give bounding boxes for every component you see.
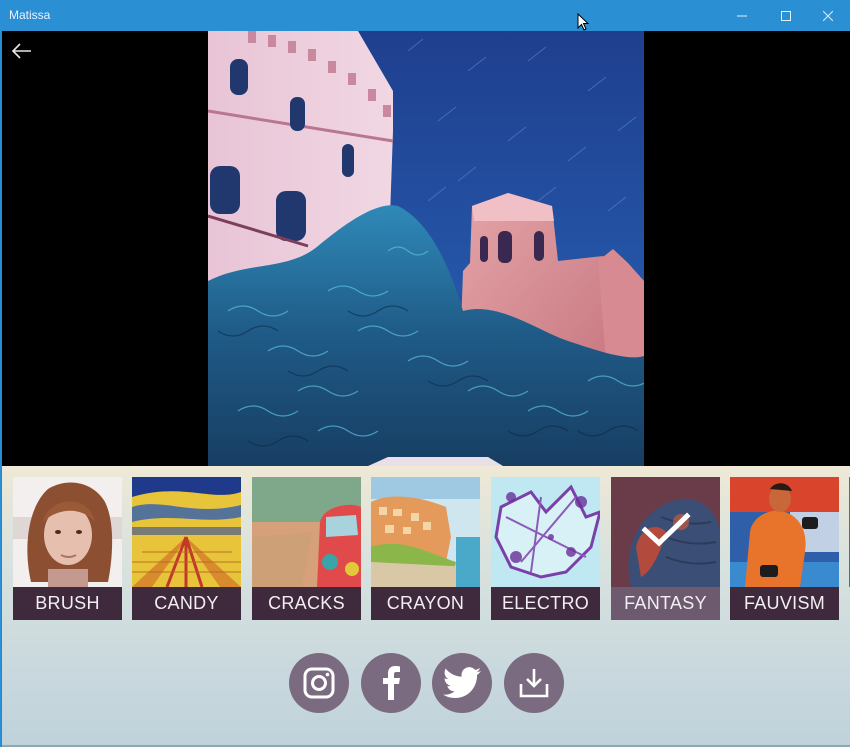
download-icon xyxy=(519,669,549,698)
electro-thumbnail xyxy=(491,477,600,587)
facebook-share-button[interactable] xyxy=(361,653,421,713)
style-tile-fantasy[interactable]: FANTASY xyxy=(611,477,720,620)
minimize-icon xyxy=(737,15,747,16)
instagram-icon xyxy=(303,667,335,699)
stylized-photo xyxy=(208,31,644,466)
style-tile-fauvism[interactable]: FAUVISM xyxy=(730,477,839,620)
instagram-share-button[interactable] xyxy=(289,653,349,713)
mouse-cursor-icon xyxy=(577,13,589,31)
twitter-share-button[interactable] xyxy=(432,653,492,713)
style-tile-brush[interactable]: BRUSH xyxy=(13,477,122,620)
maximize-button[interactable] xyxy=(763,0,809,31)
style-tile-cracks[interactable]: CRACKS xyxy=(252,477,361,620)
painting-image xyxy=(208,31,644,466)
window-title: Matissa xyxy=(9,8,51,22)
download-button[interactable] xyxy=(504,653,564,713)
style-label: CANDY xyxy=(132,587,241,620)
cracks-thumbnail xyxy=(252,477,361,587)
style-label: CRAYON xyxy=(371,587,480,620)
bottom-panel: BRUSH CANDY CRACKS CRAYON ELECTRO FANTAS… xyxy=(2,466,850,747)
style-label: BRUSH xyxy=(13,587,122,620)
brush-thumbnail xyxy=(13,477,122,587)
style-tile-crayon[interactable]: CRAYON xyxy=(371,477,480,620)
preview-area xyxy=(2,31,850,466)
close-icon xyxy=(823,10,833,21)
style-tile-candy[interactable]: CANDY xyxy=(132,477,241,620)
checkmark-icon xyxy=(641,512,691,547)
candy-thumbnail xyxy=(132,477,241,587)
twitter-icon xyxy=(443,667,481,699)
style-label: CRACKS xyxy=(252,587,361,620)
crayon-thumbnail xyxy=(371,477,480,587)
facebook-icon xyxy=(383,666,400,700)
back-button[interactable] xyxy=(11,41,33,61)
style-strip[interactable]: BRUSH CANDY CRACKS CRAYON ELECTRO FANTAS… xyxy=(13,477,850,620)
close-button[interactable] xyxy=(805,0,850,31)
maximize-icon xyxy=(781,10,791,21)
app-window: Matissa BRUSH CANDY CRACKS CRAYON ELECTR… xyxy=(0,0,850,747)
minimize-button[interactable] xyxy=(719,0,765,31)
fauvism-thumbnail xyxy=(730,477,839,587)
title-bar: Matissa xyxy=(1,0,850,31)
back-arrow-icon xyxy=(11,43,31,59)
style-label: ELECTRO xyxy=(491,587,600,620)
style-tile-electro[interactable]: ELECTRO xyxy=(491,477,600,620)
style-label: FANTASY xyxy=(611,587,720,620)
style-label: FAUVISM xyxy=(730,587,839,620)
